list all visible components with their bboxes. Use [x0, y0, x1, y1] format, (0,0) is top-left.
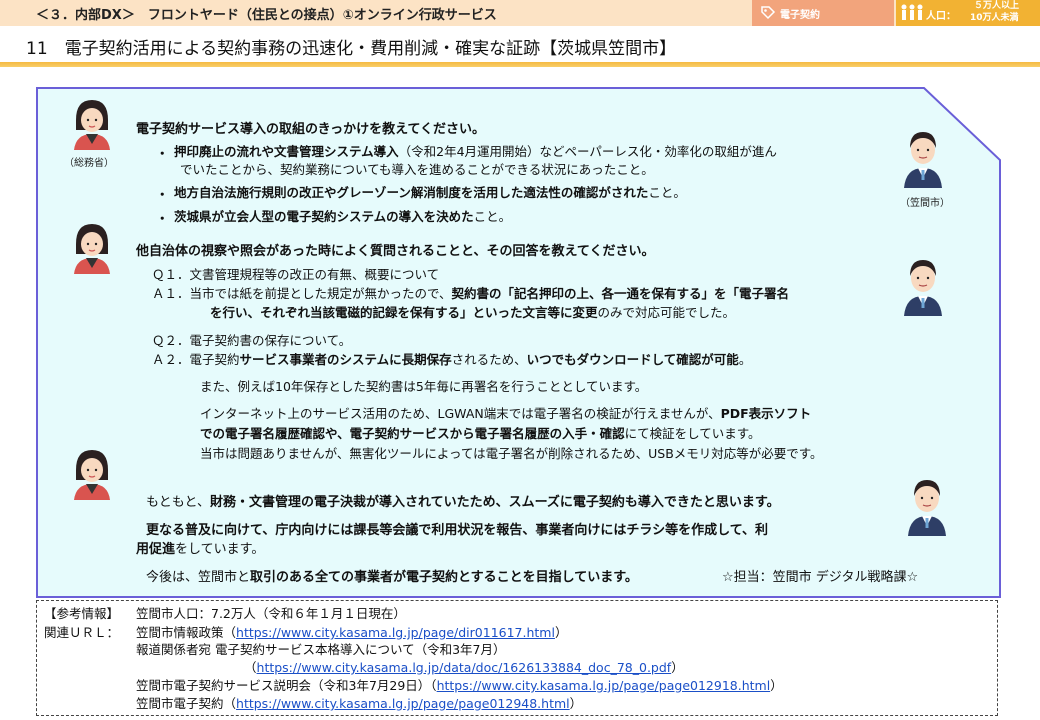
- url-link[interactable]: https://www.city.kasama.lg.jp/page/dir01…: [236, 625, 555, 640]
- city-man-avatar-1: [904, 132, 942, 188]
- url-link[interactable]: https://www.city.kasama.lg.jp/data/doc/1…: [257, 660, 672, 675]
- reference-link-2: （https://www.city.kasama.lg.jp/data/doc/…: [244, 660, 684, 675]
- faq-q1: Ｑ１．文書管理規程等の改正の有無、概要について: [152, 267, 440, 282]
- answer-1-bullet-3: 茨城県が立会人型の電子契約システムの導入を決めたこと。: [174, 209, 512, 224]
- closing-line-3: 用促進をしています。: [136, 542, 265, 557]
- reference-press-title: 報道関係者宛 電子契約サービス本格導入について（令和3年7月）: [136, 642, 506, 657]
- faq-a1-cont: を行い、それぞれ当該電磁的記録を保有する」といった文言等に変更のみで対応可能でし…: [210, 305, 736, 320]
- faq-a1: Ａ１．当市では紙を前提とした規定が無かったので、契約書の「記名押印の上、各一通を…: [152, 286, 790, 301]
- bullet-mark: ・: [156, 146, 169, 161]
- answer-1-bullet-2: 地方自治法施行規則の改正やグレーゾーン解消制度を活用した適法性の確認がされたこと…: [174, 185, 686, 200]
- faq-a2: Ａ２．電子契約サービス事業者のシステムに長期保存されるため、いつでもダウンロード…: [152, 352, 752, 367]
- ministry-woman-avatar-3: [74, 450, 110, 500]
- reference-population: 笠間市人口：7.2万人（令和６年１月１日現在）: [136, 606, 406, 621]
- faq-a2-usb: 当市は問題ありませんが、無害化ツールによっては電子署名が削除されるため、USBメ…: [200, 446, 823, 461]
- reference-link-3: 笠間市電子契約サービス説明会（令和3年7月29日）（https://www.ci…: [136, 678, 783, 693]
- closing-line-4: 今後は、笠間市と取引のある全ての事業者が電子契約とすることを目指しています。: [146, 570, 638, 585]
- reference-url-label: 関連ＵＲＬ：: [44, 625, 120, 640]
- url-link[interactable]: https://www.city.kasama.lg.jp/page/page0…: [236, 696, 570, 711]
- contact-label: ☆担当：笠間市 デジタル戦略課☆: [722, 570, 919, 585]
- faq-a2-resign: また、例えば10年保存とした契約書は5年毎に再署名を行うこととしています。: [200, 379, 648, 394]
- reference-link-4: 笠間市電子契約（https://www.city.kasama.lg.jp/pa…: [136, 696, 583, 711]
- ministry-woman-avatar-1: [74, 100, 110, 150]
- bullet-mark: ・: [156, 211, 169, 226]
- ministry-speaker-label: （総務省）: [64, 158, 114, 169]
- faq-q2: Ｑ２．電子契約書の保存について。: [152, 333, 352, 348]
- closing-line-1: もともと、財務・文書管理の電子決裁が導入されていたため、スムーズに電子契約も導入…: [146, 495, 780, 510]
- faq-a2-verify: インターネット上のサービス活用のため、LGWAN端末では電子署名の検証が行えませ…: [200, 406, 812, 421]
- answer-1-bullet-1: 押印廃止の流れや文書管理システム導入（令和2年4月運用開始）などペーパーレス化・…: [174, 144, 777, 159]
- reference-link-1: 笠間市情報政策（https://www.city.kasama.lg.jp/pa…: [136, 625, 568, 640]
- question-1-heading: 電子契約サービス導入の取組のきっかけを教えてください。: [136, 122, 486, 137]
- closing-line-2: 更なる普及に向けて、庁内向けには課長等会議で利用状況を報告、事業者向けにはチラシ…: [146, 523, 769, 538]
- answer-1-bullet-1-cont: でいたことから、契約業務についても導入を進めることができる状況にあったこと。: [180, 162, 654, 177]
- reference-label: 【参考情報】: [44, 606, 120, 621]
- city-man-avatar-3: [908, 480, 946, 536]
- bullet-mark: ・: [156, 187, 169, 202]
- url-link[interactable]: https://www.city.kasama.lg.jp/page/page0…: [437, 678, 771, 693]
- faq-a2-verify-cont: での電子署名履歴確認や、電子契約サービスから電子署名履歴の入手・確認にて検証をし…: [200, 426, 761, 441]
- city-speaker-label: （笠間市）: [900, 198, 950, 209]
- ministry-woman-avatar-2: [74, 224, 110, 274]
- city-man-avatar-2: [904, 260, 942, 316]
- question-2-heading: 他自治体の視察や照会があった時によく質問されることと、その回答を教えてください。: [136, 244, 655, 259]
